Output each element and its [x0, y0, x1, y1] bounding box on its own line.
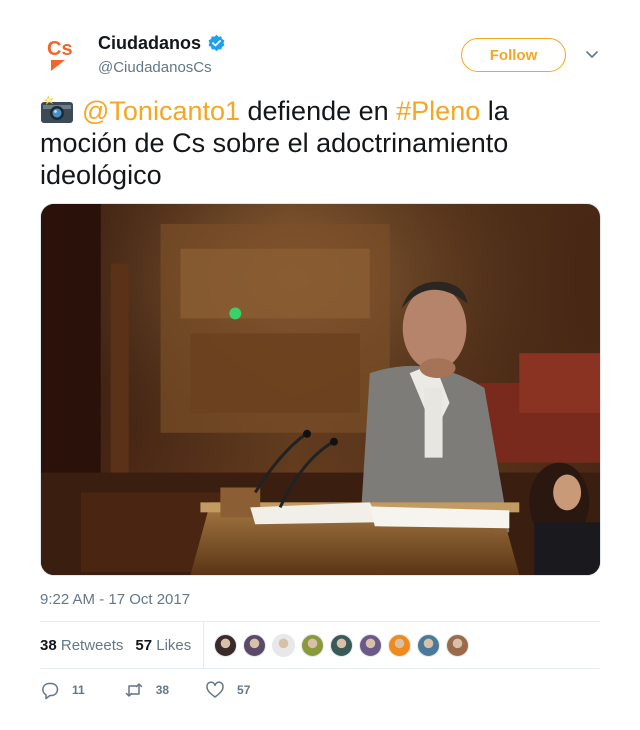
user-handle[interactable]: @CiudadanosCs [98, 59, 212, 76]
retweet-icon [125, 683, 142, 697]
verified-badge-icon [208, 34, 225, 52]
likes-label: Likes [156, 636, 192, 654]
tweet-text-middle: defiende en [240, 96, 397, 126]
chevron-down-icon[interactable] [584, 46, 600, 62]
reply-button[interactable]: 11 [40, 680, 85, 700]
retweets-count: 38 [40, 636, 57, 654]
divider-bottom [40, 668, 600, 669]
camera-flash-icon [41, 95, 73, 123]
liker-avatar[interactable] [330, 633, 354, 657]
liker-avatars [214, 633, 470, 657]
stats-separator [203, 622, 205, 668]
tweet-text: @Tonicanto1 defiende en #Pleno la moción… [40, 94, 600, 191]
likes-stat[interactable]: 57 Likes [135, 637, 191, 654]
liker-avatar[interactable] [417, 633, 441, 657]
ciudadanos-logo-icon: Cs [47, 38, 73, 71]
name-row: Ciudadanos [98, 33, 226, 54]
svg-text:Cs: Cs [47, 38, 73, 60]
retweets-stat[interactable]: 38 Retweets [40, 637, 123, 654]
like-count: 57 [237, 683, 251, 697]
liker-avatar[interactable] [388, 633, 412, 657]
liker-avatar[interactable] [301, 633, 325, 657]
retweet-count: 38 [155, 683, 170, 697]
liker-avatar[interactable] [243, 633, 267, 657]
like-button[interactable]: 57 [205, 680, 250, 700]
photo-image [41, 204, 600, 575]
tweet-photo[interactable] [40, 203, 601, 576]
tweet-actions: 11 38 57 [40, 678, 600, 702]
mention-link[interactable]: @Tonicanto1 [82, 96, 240, 126]
liker-avatar[interactable] [446, 633, 470, 657]
hashtag-link[interactable]: #Pleno [396, 96, 480, 126]
likes-count: 57 [135, 636, 153, 654]
liker-avatar[interactable] [214, 633, 238, 657]
reply-icon [42, 682, 59, 700]
tweet-card: Cs Ciudadanos @CiudadanosCs Follow @Toni… [0, 0, 640, 730]
engagement-stats: 38 Retweets 57 Likes [40, 622, 600, 668]
heart-icon [206, 681, 224, 698]
tweet-timestamp[interactable]: 9:22 AM - 17 Oct 2017 [40, 591, 190, 608]
liker-avatar[interactable] [272, 633, 296, 657]
display-name[interactable]: Ciudadanos [98, 33, 201, 54]
profile-avatar[interactable]: Cs [41, 29, 89, 77]
retweets-label: Retweets [60, 636, 124, 654]
liker-avatar[interactable] [359, 633, 383, 657]
reply-count: 11 [72, 683, 85, 697]
retweet-button[interactable]: 38 [124, 680, 169, 700]
follow-button[interactable]: Follow [461, 38, 566, 72]
